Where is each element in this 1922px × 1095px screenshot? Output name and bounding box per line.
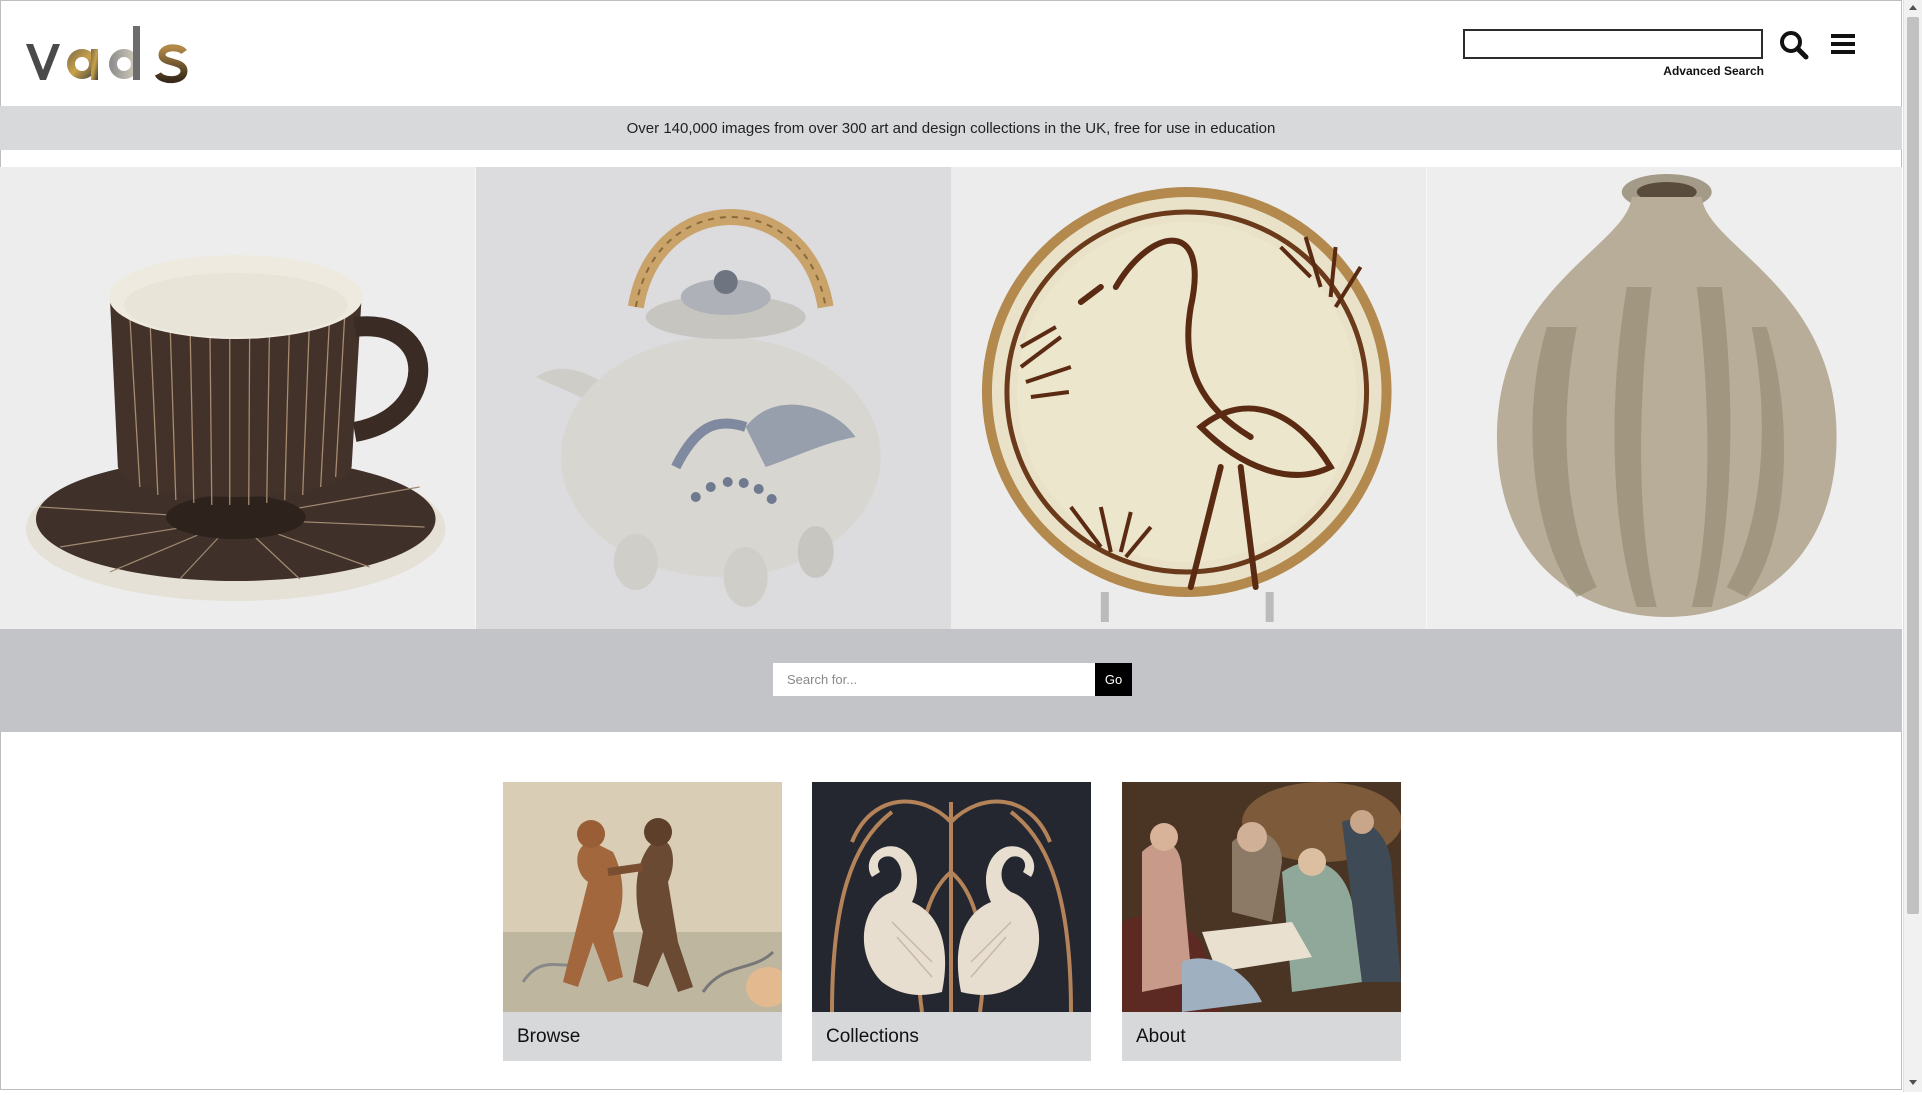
page-scrollbar[interactable]	[1903, 0, 1922, 1092]
tagline-text: Over 140,000 images from over 300 art an…	[626, 119, 1276, 137]
vads-logo[interactable]	[24, 22, 192, 84]
scroll-down-arrow-icon[interactable]	[1904, 1074, 1922, 1090]
browse-card[interactable]: Browse	[503, 782, 782, 1061]
hero-image-strip	[0, 167, 1902, 629]
search-icon[interactable]	[1779, 30, 1809, 60]
collections-card-label: Collections	[826, 1026, 919, 1047]
scroll-up-arrow-icon[interactable]	[1904, 0, 1922, 16]
go-button[interactable]: Go	[1095, 663, 1132, 696]
main-search-input[interactable]	[773, 663, 1095, 696]
scrollbar-thumb[interactable]	[1907, 17, 1919, 914]
cup-and-saucer-image[interactable]	[0, 167, 476, 629]
dancing-dogs-image	[503, 782, 782, 1012]
hamburger-menu-icon[interactable]	[1830, 32, 1856, 56]
teapot-image[interactable]	[475, 167, 951, 629]
browse-card-label: Browse	[517, 1026, 581, 1047]
heron-plate-image[interactable]	[951, 167, 1427, 629]
swans-image	[812, 782, 1091, 1012]
header-search-input[interactable]	[1463, 29, 1763, 59]
tagline-banner: Over 140,000 images from over 300 art an…	[0, 106, 1902, 150]
about-card-label: About	[1136, 1026, 1186, 1047]
painting-image	[1122, 782, 1401, 1012]
about-card[interactable]: About	[1122, 782, 1401, 1061]
collections-card[interactable]: Collections	[812, 782, 1091, 1061]
advanced-search-link[interactable]: Advanced Search	[1640, 64, 1764, 78]
vase-image[interactable]	[1426, 167, 1902, 629]
